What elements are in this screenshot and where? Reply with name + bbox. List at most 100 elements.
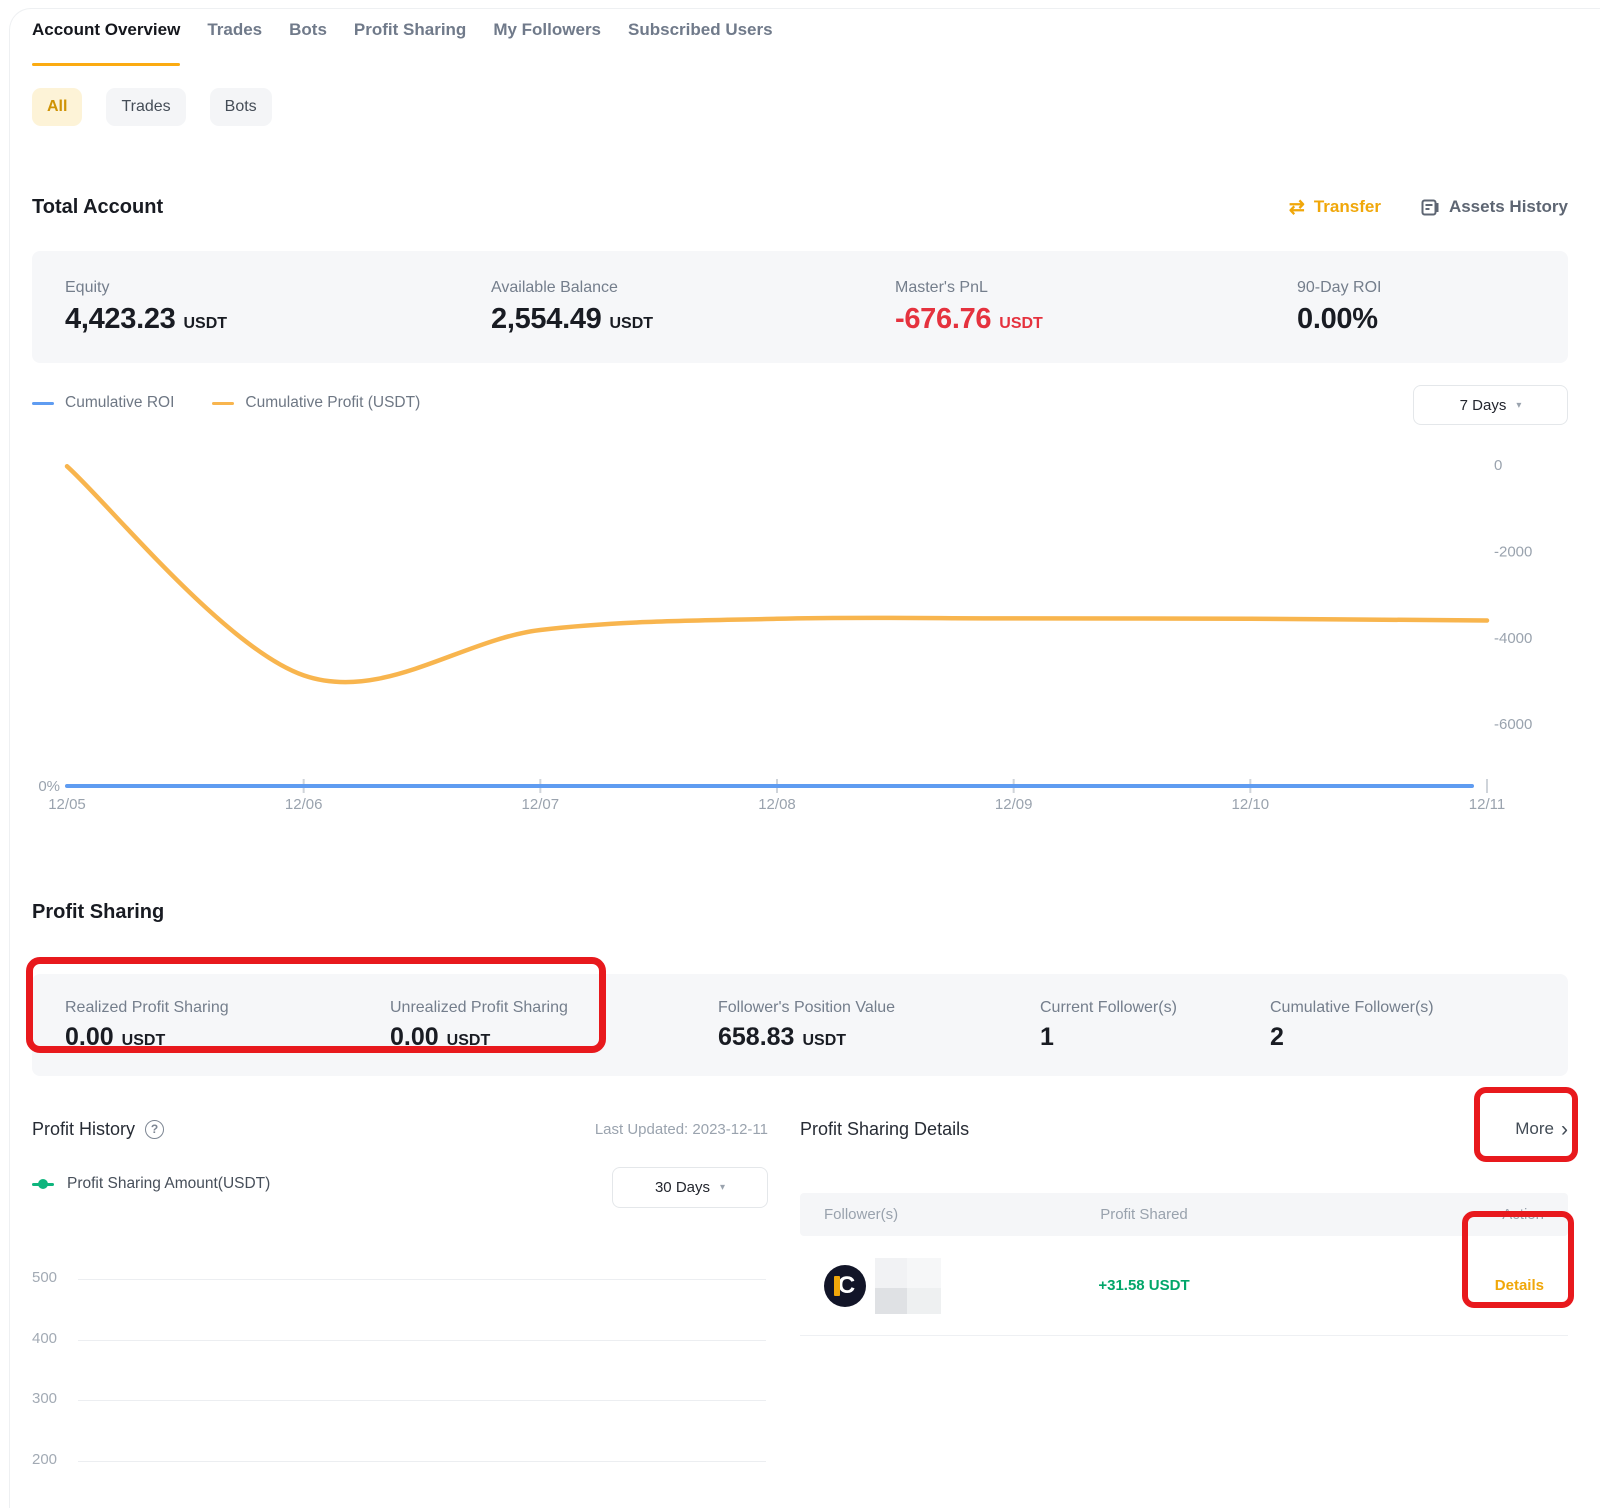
right-axis-tick: 0 [1494, 457, 1502, 474]
filter-pills: All Trades Bots [32, 88, 1568, 126]
avatar-logo-glyph: C [838, 1272, 855, 1300]
profit-shared-value: +31.58 USDT [1014, 1277, 1274, 1294]
stat-label: Realized Profit Sharing [65, 999, 390, 1017]
profit-history-chart[interactable]: 500400300200 [32, 1228, 768, 1485]
tab-bots[interactable]: Bots [289, 20, 327, 66]
filter-pill-all[interactable]: All [32, 88, 82, 126]
stat-value-unit: USDT [802, 1032, 846, 1050]
dropdown-caret-icon: ▾ [1516, 400, 1521, 411]
y-axis-tick: 400 [32, 1330, 62, 1347]
transfer-button[interactable]: ⇄ Transfer [1289, 197, 1381, 217]
cumulative-profit-line [67, 466, 1487, 682]
range-select-30-days[interactable]: 30 Days ▾ [612, 1167, 768, 1208]
legend-dash [32, 402, 54, 405]
legend-label: Cumulative Profit (USDT) [245, 394, 420, 412]
right-axis-tick: -6000 [1494, 716, 1532, 733]
stat-value: 4,423.23USDT [65, 303, 491, 336]
stat-label: Follower's Position Value [718, 999, 1040, 1017]
tab-trades[interactable]: Trades [207, 20, 262, 66]
filter-pill-label: Trades [121, 98, 170, 116]
more-label: More [1515, 1119, 1554, 1139]
follower-avatar: C [824, 1265, 866, 1307]
tab-subscribed-users[interactable]: Subscribed Users [628, 20, 773, 66]
stat-value-number: 4,423.23 [65, 303, 176, 336]
stat-unrealized-profit-sharing: Unrealized Profit Sharing 0.00 USDT [390, 999, 718, 1052]
total-account-stats: Equity4,423.23USDTAvailable Balance2,554… [32, 251, 1568, 363]
total-account-chart[interactable]: 0-2000-4000-60000%12/0512/0612/0712/0812… [32, 438, 1568, 823]
stat-current-follower-s: Current Follower(s)1 [1040, 999, 1270, 1052]
stat-value-unit: USDT [447, 1032, 491, 1050]
legend-label: Cumulative ROI [65, 394, 174, 412]
total-account-title: Total Account [32, 196, 163, 219]
tab-profit-sharing[interactable]: Profit Sharing [354, 20, 466, 66]
stat-value: 2,554.49USDT [491, 303, 895, 336]
stat-equity: Equity 4,423.23USDT [65, 279, 491, 336]
stat-value: 658.83 USDT [718, 1023, 1040, 1052]
follower-name-redacted [875, 1258, 941, 1314]
details-link[interactable]: Details [1495, 1277, 1544, 1294]
legend-item-cumulative-profit-usdt: Cumulative Profit (USDT) [212, 394, 420, 412]
stat-label: 90-Day ROI [1297, 279, 1381, 297]
range-select-value: 7 Days [1460, 397, 1507, 414]
stat-value-number: 658.83 [718, 1023, 794, 1052]
x-axis-tick: 12/08 [758, 796, 796, 813]
y-axis-tick: 300 [32, 1390, 62, 1407]
stat-cumulative-follower-s: Cumulative Follower(s)2 [1270, 999, 1434, 1052]
redacted-block [875, 1288, 907, 1314]
y-axis-tick: 500 [32, 1269, 62, 1286]
help-icon[interactable]: ? [145, 1120, 164, 1139]
profit-history-panel: Profit History ? Last Updated: 2023-12-1… [32, 1113, 768, 1485]
profit-history-title: Profit History [32, 1119, 135, 1140]
filter-pill-label: All [47, 98, 67, 116]
stat-90-day-roi: 90-Day ROI 0.00% [1297, 279, 1381, 336]
stat-value-unit: USDT [999, 315, 1043, 333]
right-axis-tick: -4000 [1494, 630, 1532, 647]
x-axis-tick: 12/05 [48, 796, 86, 813]
tab-account-overview[interactable]: Account Overview [32, 20, 180, 66]
stat-value-number: 0.00 [65, 1023, 114, 1052]
profit-sharing-stats: Realized Profit Sharing0.00USDTUnrealize… [32, 974, 1568, 1076]
profit-amount-legend-label: Profit Sharing Amount(USDT) [67, 1175, 270, 1193]
stat-value: 0.00USDT [65, 1023, 390, 1052]
stat-label: Unrealized Profit Sharing [390, 999, 718, 1017]
stat-value: 0.00% [1297, 303, 1381, 336]
table-header: Follower(s)Profit SharedAction [800, 1193, 1568, 1236]
stat-value: 1 [1040, 1023, 1270, 1052]
tab-my-followers[interactable]: My Followers [493, 20, 601, 66]
x-axis-tick: 12/06 [285, 796, 323, 813]
chart-legend-items: Cumulative ROI Cumulative Profit (USDT) [32, 394, 420, 412]
filter-pill-trades[interactable]: Trades [106, 88, 185, 126]
more-link[interactable]: More › [1515, 1119, 1568, 1140]
total-account-actions: ⇄ Transfer Assets History [1289, 197, 1568, 217]
stat-value: 0.00 USDT [390, 1023, 718, 1052]
stat-master-s-pnl: Master's PnL-676.76USDT [895, 279, 1297, 336]
tab-label: Account Overview [32, 20, 180, 39]
stat-label: Equity [65, 279, 491, 297]
assets-history-button[interactable]: Assets History [1421, 197, 1568, 217]
stat-value-number: 0.00 [390, 1023, 439, 1052]
profit-sharing-details-panel: Profit Sharing Details More › Follower(s… [800, 1113, 1568, 1485]
dropdown-caret-icon: ▾ [720, 1182, 725, 1193]
x-axis-tick: 12/11 [1469, 796, 1505, 813]
column-header-profit-shared: Profit Shared [1014, 1206, 1274, 1223]
assets-history-icon [1421, 198, 1440, 217]
last-updated-label: Last Updated: 2023-12-11 [595, 1121, 768, 1138]
chevron-right-icon: › [1561, 1119, 1568, 1140]
redacted-block [907, 1288, 941, 1314]
filter-pill-bots[interactable]: Bots [210, 88, 272, 126]
stat-available-balance: Available Balance 2,554.49USDT [491, 279, 895, 336]
tab-label: Bots [289, 20, 327, 39]
page: Account Overview Trades Bots Profit Sharing… [0, 0, 1600, 1485]
tab-label: Subscribed Users [628, 20, 773, 39]
assets-history-label: Assets History [1449, 197, 1568, 217]
tab-label: Trades [207, 20, 262, 39]
redacted-block [907, 1258, 941, 1288]
range-select-7-days[interactable]: 7 Days ▾ [1413, 385, 1568, 425]
follower-cell: C [824, 1258, 1014, 1314]
stat-label: Master's PnL [895, 279, 1297, 297]
stat-value-unit: USDT [610, 315, 654, 333]
gridline [78, 1400, 766, 1401]
stat-label: Available Balance [491, 279, 895, 297]
stat-label: Cumulative Follower(s) [1270, 999, 1434, 1017]
profit-details-title: Profit Sharing Details [800, 1119, 969, 1140]
